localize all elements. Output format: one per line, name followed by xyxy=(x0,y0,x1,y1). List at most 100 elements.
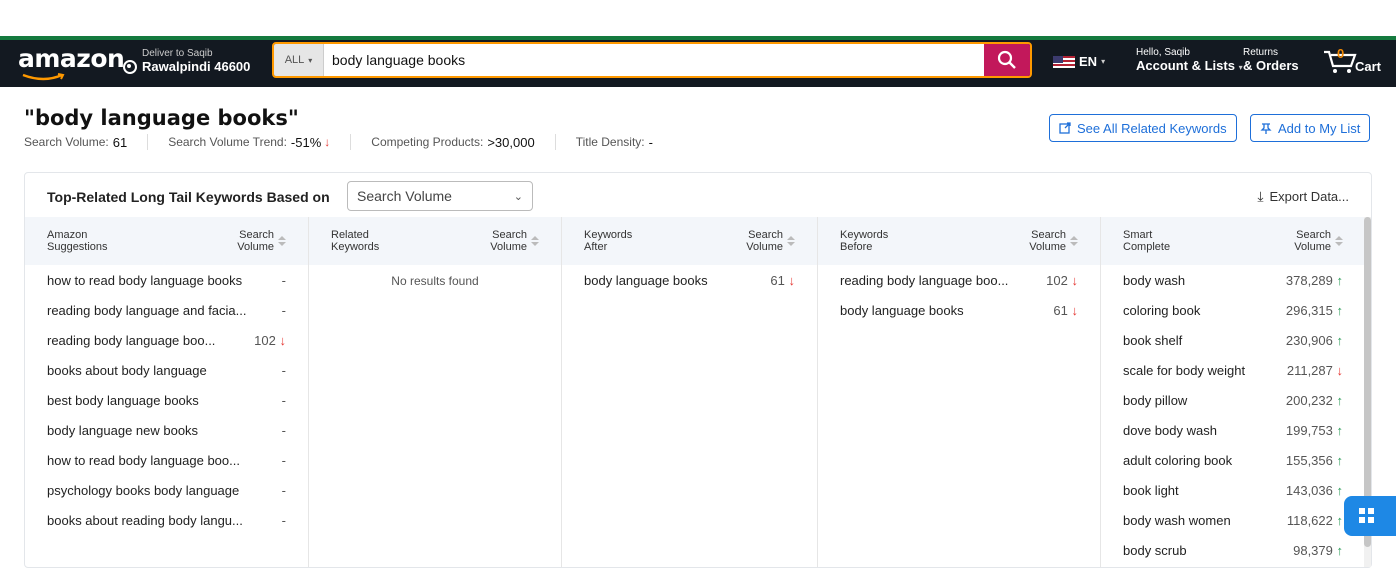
sort-basis-select[interactable]: Search Volume ⌄ xyxy=(347,181,533,211)
volume-value: 200,232 ↑ xyxy=(1286,393,1343,408)
account-lists-menu[interactable]: Hello, Saqib Account & Lists ▾ xyxy=(1136,47,1243,76)
column-3: Keywords Before Search Volume reading body l… xyxy=(818,217,1101,567)
arrow-up-icon: ↑ xyxy=(1332,272,1343,288)
keyword-text[interactable]: body pillow xyxy=(1123,393,1187,408)
volume-number: 296,315 xyxy=(1285,302,1333,318)
sort-volume-button[interactable]: Search Volume xyxy=(490,229,539,253)
sort-volume-button[interactable]: Search Volume xyxy=(1029,229,1078,253)
column-header: Related Keywords Search Volume xyxy=(309,217,561,265)
keyword-text[interactable]: psychology books body language xyxy=(47,483,239,498)
keyword-text[interactable]: body language books xyxy=(840,303,964,318)
volume-title-line2: Volume xyxy=(490,241,527,253)
sort-icon xyxy=(1070,236,1078,246)
keyword-text[interactable]: books about body language xyxy=(47,363,207,378)
density-label: Title Density: xyxy=(575,135,645,149)
keyword-text[interactable]: books about reading body langu... xyxy=(47,513,243,528)
volume-number: - xyxy=(281,362,286,378)
volume-value: 296,315 ↑ xyxy=(1286,303,1343,318)
volume-value: 98,379 ↑ xyxy=(1293,543,1343,558)
table-row[interactable]: scale for body weight 211,287 ↓ xyxy=(1101,355,1365,385)
deliver-to[interactable]: Deliver to Saqib Rawalpindi 46600 xyxy=(123,48,250,74)
table-row[interactable]: body wash 378,289 ↑ xyxy=(1101,265,1365,295)
keyword-text[interactable]: book light xyxy=(1123,483,1179,498)
keyword-text[interactable]: how to read body language boo... xyxy=(47,453,240,468)
table-row[interactable]: reading body language boo... 102 ↓ xyxy=(818,265,1100,295)
floating-widget-button[interactable] xyxy=(1344,496,1396,536)
table-row[interactable]: body scrub 98,379 ↑ xyxy=(1101,535,1365,565)
keyword-text[interactable]: body language new books xyxy=(47,423,198,438)
keyword-text[interactable]: body wash xyxy=(1123,273,1185,288)
keyword-text[interactable]: scale for body weight xyxy=(1123,363,1245,378)
volume-value: - xyxy=(282,483,286,498)
volume-number: 143,036 xyxy=(1285,482,1333,498)
keyword-text[interactable]: best body language books xyxy=(47,393,199,408)
keyword-text[interactable]: reading body language boo... xyxy=(47,333,215,348)
column-title-line2: Before xyxy=(840,241,873,253)
table-row[interactable]: body language books 61 ↓ xyxy=(562,265,817,295)
trend-label: Search Volume Trend: xyxy=(168,135,287,149)
keyword-text[interactable]: book shelf xyxy=(1123,333,1182,348)
table-row[interactable]: how to read body language boo... - xyxy=(25,445,308,475)
table-row[interactable]: book light 143,036 ↑ xyxy=(1101,475,1365,505)
volume-number: 102 xyxy=(1046,272,1068,288)
table-row[interactable]: books about body language - xyxy=(25,355,308,385)
sort-volume-button[interactable]: Search Volume xyxy=(1294,229,1343,253)
keyword-text[interactable]: coloring book xyxy=(1123,303,1200,318)
keyword-text[interactable]: reading body language and facia... xyxy=(47,303,247,318)
volume-value: 61 ↓ xyxy=(770,273,795,288)
search-category-dropdown[interactable]: ALL ▾ xyxy=(274,44,324,76)
table-row[interactable]: book shelf 230,906 ↑ xyxy=(1101,325,1365,355)
keyword-text[interactable]: body scrub xyxy=(1123,543,1187,558)
table-row[interactable]: adult coloring book 155,356 ↑ xyxy=(1101,445,1365,475)
search-volume-label: Search Volume: xyxy=(24,135,109,149)
table-row[interactable]: psychology books body language - xyxy=(25,475,308,505)
keyword-text[interactable]: how to read body language books xyxy=(47,273,242,288)
table-row[interactable]: dove body wash 199,753 ↑ xyxy=(1101,415,1365,445)
chevron-down-icon: ▾ xyxy=(1101,57,1106,66)
cart-count: 0 xyxy=(1337,46,1345,61)
column-rows: reading body language boo... 102 ↓ body la… xyxy=(818,265,1100,325)
table-row[interactable]: body language new books - xyxy=(25,415,308,445)
volume-number: 102 xyxy=(254,332,276,348)
table-row[interactable]: coloring book 296,315 ↑ xyxy=(1101,295,1365,325)
cart-label: Cart xyxy=(1355,59,1382,74)
sort-volume-button[interactable]: Search Volume xyxy=(237,229,286,253)
sort-volume-button[interactable]: Search Volume xyxy=(746,229,795,253)
keyword-text[interactable]: body wash women xyxy=(1123,513,1231,528)
column-rows: body language books 61 ↓ xyxy=(562,265,817,295)
table-row[interactable]: reading body language boo... 102 ↓ xyxy=(25,325,308,355)
language-selector[interactable]: EN ▾ xyxy=(1053,54,1105,69)
column-1: Related Keywords Search Volume No results fo… xyxy=(309,217,562,567)
keyword-stats: Search Volume: 61 Search Volume Trend: -… xyxy=(24,134,653,150)
see-all-related-keywords-button[interactable]: See All Related Keywords xyxy=(1049,114,1237,142)
table-row[interactable]: body wash women 118,622 ↑ xyxy=(1101,505,1365,535)
column-2: Keywords After Search Volume body language b… xyxy=(562,217,818,567)
search-button[interactable] xyxy=(984,44,1030,76)
keyword-text[interactable]: reading body language boo... xyxy=(840,273,1008,288)
table-row[interactable]: body pillow 200,232 ↑ xyxy=(1101,385,1365,415)
keyword-text[interactable]: body language books xyxy=(584,273,708,288)
search-input[interactable] xyxy=(324,44,984,76)
arrow-down-icon: ↓ xyxy=(1067,272,1078,288)
export-label: Export Data... xyxy=(1269,189,1349,204)
table-row[interactable]: body language books 61 ↓ xyxy=(818,295,1100,325)
table-row[interactable]: best body language books - xyxy=(25,385,308,415)
volume-title-line2: Volume xyxy=(1294,241,1331,253)
add-to-list-button[interactable]: Add to My List xyxy=(1250,114,1371,142)
location-pin-icon xyxy=(123,59,137,74)
table-row[interactable]: how to read body language books - xyxy=(25,265,308,295)
table-row[interactable]: reading body language and facia... - xyxy=(25,295,308,325)
export-data-button[interactable]: ⤓ Export Data... xyxy=(1257,188,1349,205)
table-row[interactable]: books about reading body langu... - xyxy=(25,505,308,535)
keyword-text[interactable]: dove body wash xyxy=(1123,423,1217,438)
arrow-down-icon: ↓ xyxy=(1332,362,1343,378)
cart-button[interactable]: 0 Cart xyxy=(1323,46,1382,74)
amazon-logo[interactable]: amazon xyxy=(18,44,125,73)
volume-value: 118,622 ↑ xyxy=(1287,513,1343,528)
keyword-text[interactable]: adult coloring book xyxy=(1123,453,1232,468)
returns-orders-link[interactable]: Returns & Orders xyxy=(1243,47,1299,74)
chevron-down-icon: ▾ xyxy=(308,55,313,65)
volume-value: - xyxy=(282,393,286,408)
account-greeting: Hello, Saqib xyxy=(1136,47,1190,58)
volume-title-line2: Volume xyxy=(237,241,274,253)
